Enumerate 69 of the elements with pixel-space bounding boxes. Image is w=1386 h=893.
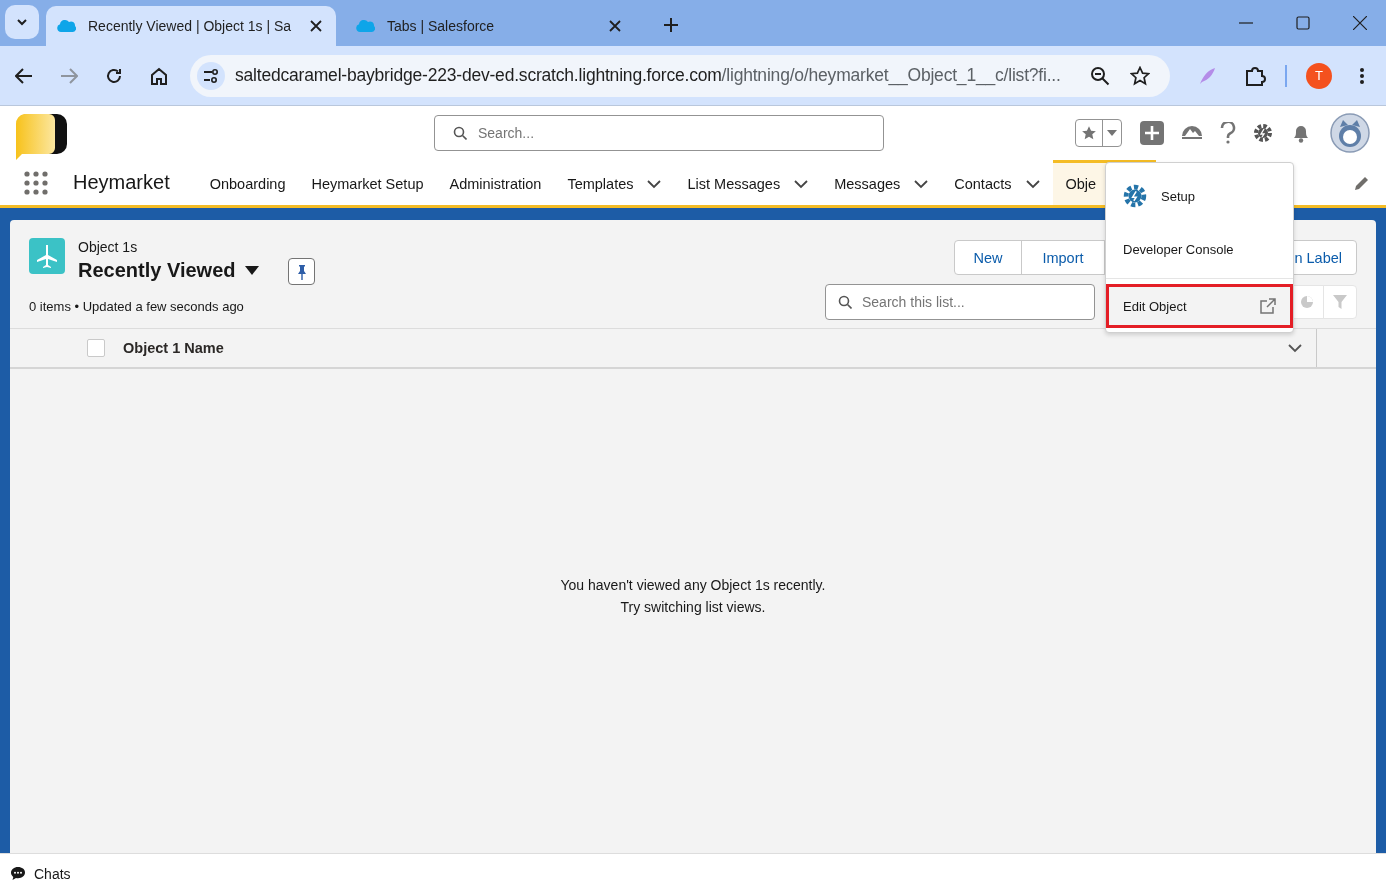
list-search-field[interactable]: Search this list... <box>825 284 1095 320</box>
app-launcher-icon[interactable] <box>24 170 48 195</box>
sliders-icon <box>203 68 219 83</box>
nav-tab[interactable]: Templates <box>554 160 675 205</box>
nav-tab[interactable]: Contacts <box>941 160 1053 205</box>
external-link-icon <box>1260 298 1276 314</box>
close-icon[interactable] <box>609 20 621 32</box>
object-label: Object 1s <box>78 239 139 255</box>
action-button[interactable]: New <box>954 240 1022 275</box>
airplane-icon <box>29 238 65 274</box>
filter-icon <box>1333 295 1347 309</box>
cloud-icon <box>355 19 375 33</box>
user-avatar[interactable] <box>1330 113 1370 153</box>
pie-chart-icon <box>1300 295 1314 309</box>
gear-icon <box>1122 183 1148 209</box>
menu-item[interactable]: Edit Object <box>1106 284 1293 328</box>
browser-tab[interactable]: Tabs | Salesforce <box>345 6 635 46</box>
empty-message: Try switching list views. <box>620 599 766 615</box>
cloud-icon <box>56 19 76 33</box>
more-menu-icon[interactable] <box>1359 66 1365 85</box>
app-name: Heymarket <box>73 171 170 194</box>
select-all-checkbox[interactable] <box>87 339 105 357</box>
pin-icon <box>297 263 307 280</box>
settings-icon[interactable] <box>1252 122 1274 144</box>
chevron-down-icon[interactable] <box>647 179 662 189</box>
tab-title: Tabs | Salesforce <box>387 18 496 34</box>
list-status: 0 items • Updated a few seconds ago <box>29 299 245 316</box>
nav-tab[interactable]: Administration <box>436 160 555 205</box>
browser-tab[interactable]: Recently Viewed | Object 1s | Sa <box>46 6 336 46</box>
star-icon[interactable] <box>1130 65 1150 86</box>
new-tab-icon[interactable] <box>664 18 678 32</box>
puzzle-icon[interactable] <box>1244 64 1266 87</box>
close-icon[interactable] <box>1353 16 1367 30</box>
zoom-out-icon[interactable] <box>1090 65 1110 86</box>
nav-tab[interactable]: Messages <box>821 160 942 205</box>
chevron-down-icon[interactable] <box>1025 179 1040 189</box>
address-bar[interactable]: saltedcaramel-baybridge-223-dev-ed.scratch.lightning.force.com/lightning/o/heymarket__Object_1__c/list?fi... <box>190 54 1170 97</box>
back-arrow-icon[interactable] <box>15 66 33 85</box>
pin-button[interactable] <box>288 258 316 285</box>
chats-label[interactable]: Chats <box>34 865 71 882</box>
nav-tab[interactable]: Heymarket Setup <box>298 160 437 205</box>
maximize-icon[interactable] <box>1296 16 1310 30</box>
star-icon <box>1081 125 1097 141</box>
tab-title: Recently Viewed | Object 1s | Sa <box>88 18 293 34</box>
list-view-title[interactable]: Recently Viewed <box>78 258 236 282</box>
chevron-down-icon[interactable] <box>794 179 809 189</box>
menu-item[interactable]: Developer Console <box>1106 229 1293 269</box>
reload-icon[interactable] <box>105 66 123 85</box>
url-text: saltedcaramel-baybridge-223-dev-ed.scratch.lightning.force.com/lightning/o/heymarket__Object_1__c/list?fi... <box>235 65 1062 86</box>
home-icon[interactable] <box>150 66 168 85</box>
favorites-button[interactable] <box>1075 119 1122 147</box>
pencil-icon[interactable] <box>1354 174 1370 191</box>
chat-icon[interactable] <box>11 867 25 880</box>
action-button[interactable]: Import <box>1021 240 1105 275</box>
chevron-down-icon[interactable] <box>1288 343 1302 353</box>
chevron-down-icon[interactable] <box>914 179 929 189</box>
help-icon[interactable] <box>1220 122 1236 144</box>
search-field[interactable]: Search... <box>434 115 884 151</box>
caret-icon <box>1107 130 1117 136</box>
nav-tab[interactable]: Onboarding <box>196 160 299 205</box>
close-icon[interactable] <box>310 20 322 32</box>
site-settings-button[interactable] <box>197 61 225 90</box>
nav-tab[interactable]: List Messages <box>674 160 822 205</box>
caret-icon[interactable] <box>245 265 260 275</box>
column-header[interactable]: Object 1 Name <box>123 340 224 356</box>
empty-message: You haven't viewed any Object 1s recently. <box>560 577 826 593</box>
plus-icon[interactable] <box>1140 121 1164 145</box>
tab-search-button[interactable] <box>5 5 39 39</box>
logo-icon <box>14 114 68 160</box>
